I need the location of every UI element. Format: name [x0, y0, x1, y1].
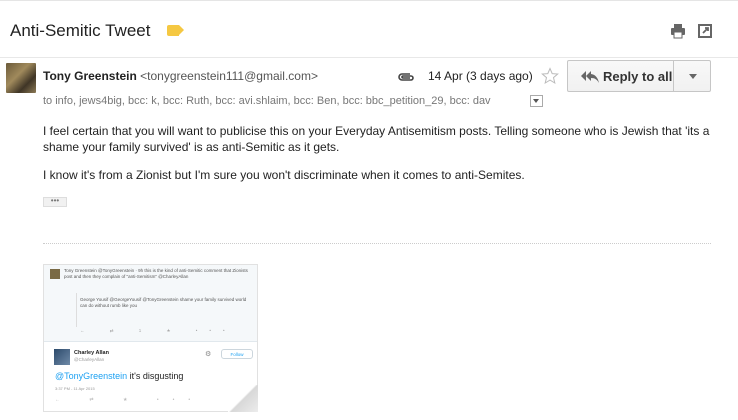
tweet-actions: ← ⇄ ★ ••• — [55, 397, 205, 403]
follow-button: Follow — [221, 349, 253, 359]
new-window-icon[interactable] — [697, 23, 713, 39]
original-tweet-card: Tony Greenstein @TonyGreenstein · 9h thi… — [44, 265, 257, 342]
avatar — [50, 269, 60, 279]
email-date[interactable]: 14 Apr (3 days ago) — [428, 69, 533, 83]
divider — [43, 243, 711, 244]
reply-tweet-text: @TonyGreenstein it's disgusting — [55, 371, 183, 381]
more-actions-button[interactable] — [673, 60, 711, 92]
star-icon[interactable] — [541, 67, 559, 85]
show-trimmed-content-button[interactable]: ••• — [43, 197, 67, 207]
mention-link: @TonyGreenstein — [55, 371, 128, 381]
email-subject: Anti-Semitic Tweet — [10, 21, 151, 40]
print-icon[interactable] — [670, 23, 686, 39]
reply-body: it's disgusting — [127, 371, 184, 381]
reply-tweet-card: Charley Allan @CharleyAllan ⚙ Follow @To… — [44, 345, 257, 411]
paperclip-icon — [398, 73, 414, 81]
avatar — [54, 349, 70, 365]
quoted-tweet-text: George Yousif @GeorgeYousif @TonyGreenst… — [80, 297, 247, 308]
sender-avatar[interactable] — [6, 63, 36, 93]
email-body-paragraph-2: I know it's from a Zionist but I'm sure … — [43, 168, 525, 182]
reply-all-button[interactable]: Reply to all — [567, 60, 674, 92]
chevron-down-icon — [689, 74, 697, 79]
recipients-line: to info, jews4big, bcc: k, bcc: Ruth, bc… — [43, 95, 491, 107]
chevron-down-icon — [533, 99, 539, 103]
reply-timestamp: 3:37 PM - 11 Apr 2015 — [55, 386, 95, 391]
original-tweet-text: Tony Greenstein @TonyGreenstein · 9h thi… — [64, 268, 248, 279]
tweet-screenshot-image[interactable]: Tony Greenstein @TonyGreenstein · 9h thi… — [43, 264, 258, 412]
gear-icon: ⚙ — [205, 351, 212, 358]
subject-bar: Anti-Semitic Tweet — [0, 1, 738, 58]
reply-all-label: Reply to all — [603, 69, 673, 84]
reply-author: Charley Allan — [74, 350, 109, 356]
reply-all-icon — [581, 71, 599, 83]
label-tag-icon[interactable] — [167, 25, 184, 36]
tweet-actions: ← ⇄ 1 ★ ••• — [80, 328, 237, 333]
email-body-paragraph-1: I feel certain that you will want to pub… — [43, 124, 710, 154]
show-details-button[interactable] — [530, 95, 543, 107]
reply-handle: @CharleyAllan — [74, 357, 105, 362]
sender-name[interactable]: Tony Greenstein — [43, 69, 137, 83]
sender-line: Tony Greenstein <tonygreenstein111@gmail… — [43, 69, 318, 83]
page-curl — [228, 385, 258, 412]
sender-email: <tonygreenstein111@gmail.com> — [140, 69, 318, 83]
